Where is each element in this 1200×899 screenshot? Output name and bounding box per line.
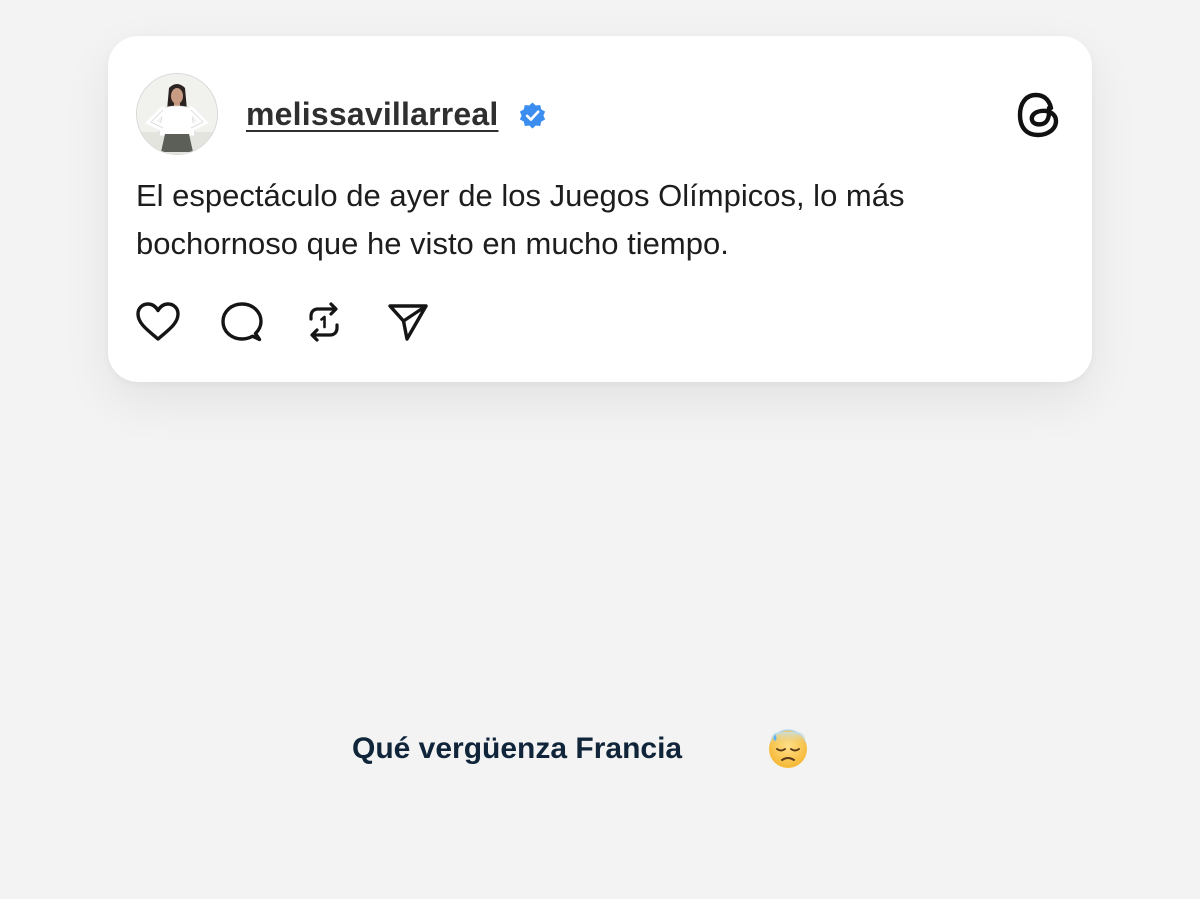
share-button[interactable] xyxy=(385,300,431,344)
post-text: El espectáculo de ayer de los Juegos Olí… xyxy=(136,172,1036,268)
post-text-line: El espectáculo de ayer de los Juegos Olí… xyxy=(136,178,905,213)
repost-icon xyxy=(309,302,339,342)
share-icon xyxy=(388,304,428,341)
like-button[interactable] xyxy=(135,300,181,344)
username-link[interactable]: melissavillarreal xyxy=(246,94,498,134)
downcast-face-with-sweat-emoji xyxy=(767,728,809,770)
threads-post-card: melissavillarreal El espectáculo de ayer… xyxy=(108,36,1092,382)
heart-icon xyxy=(136,302,180,341)
post-text-line: bochornoso que he visto en mucho tiempo. xyxy=(136,226,729,261)
story-caption: Qué vergüenza Francia xyxy=(352,732,683,765)
repost-button[interactable] xyxy=(301,300,347,344)
avatar[interactable] xyxy=(136,73,218,155)
comment-button[interactable] xyxy=(219,300,265,344)
threads-logo-icon[interactable] xyxy=(1014,88,1064,142)
comment-icon xyxy=(221,302,263,342)
verified-badge-icon xyxy=(518,101,547,130)
